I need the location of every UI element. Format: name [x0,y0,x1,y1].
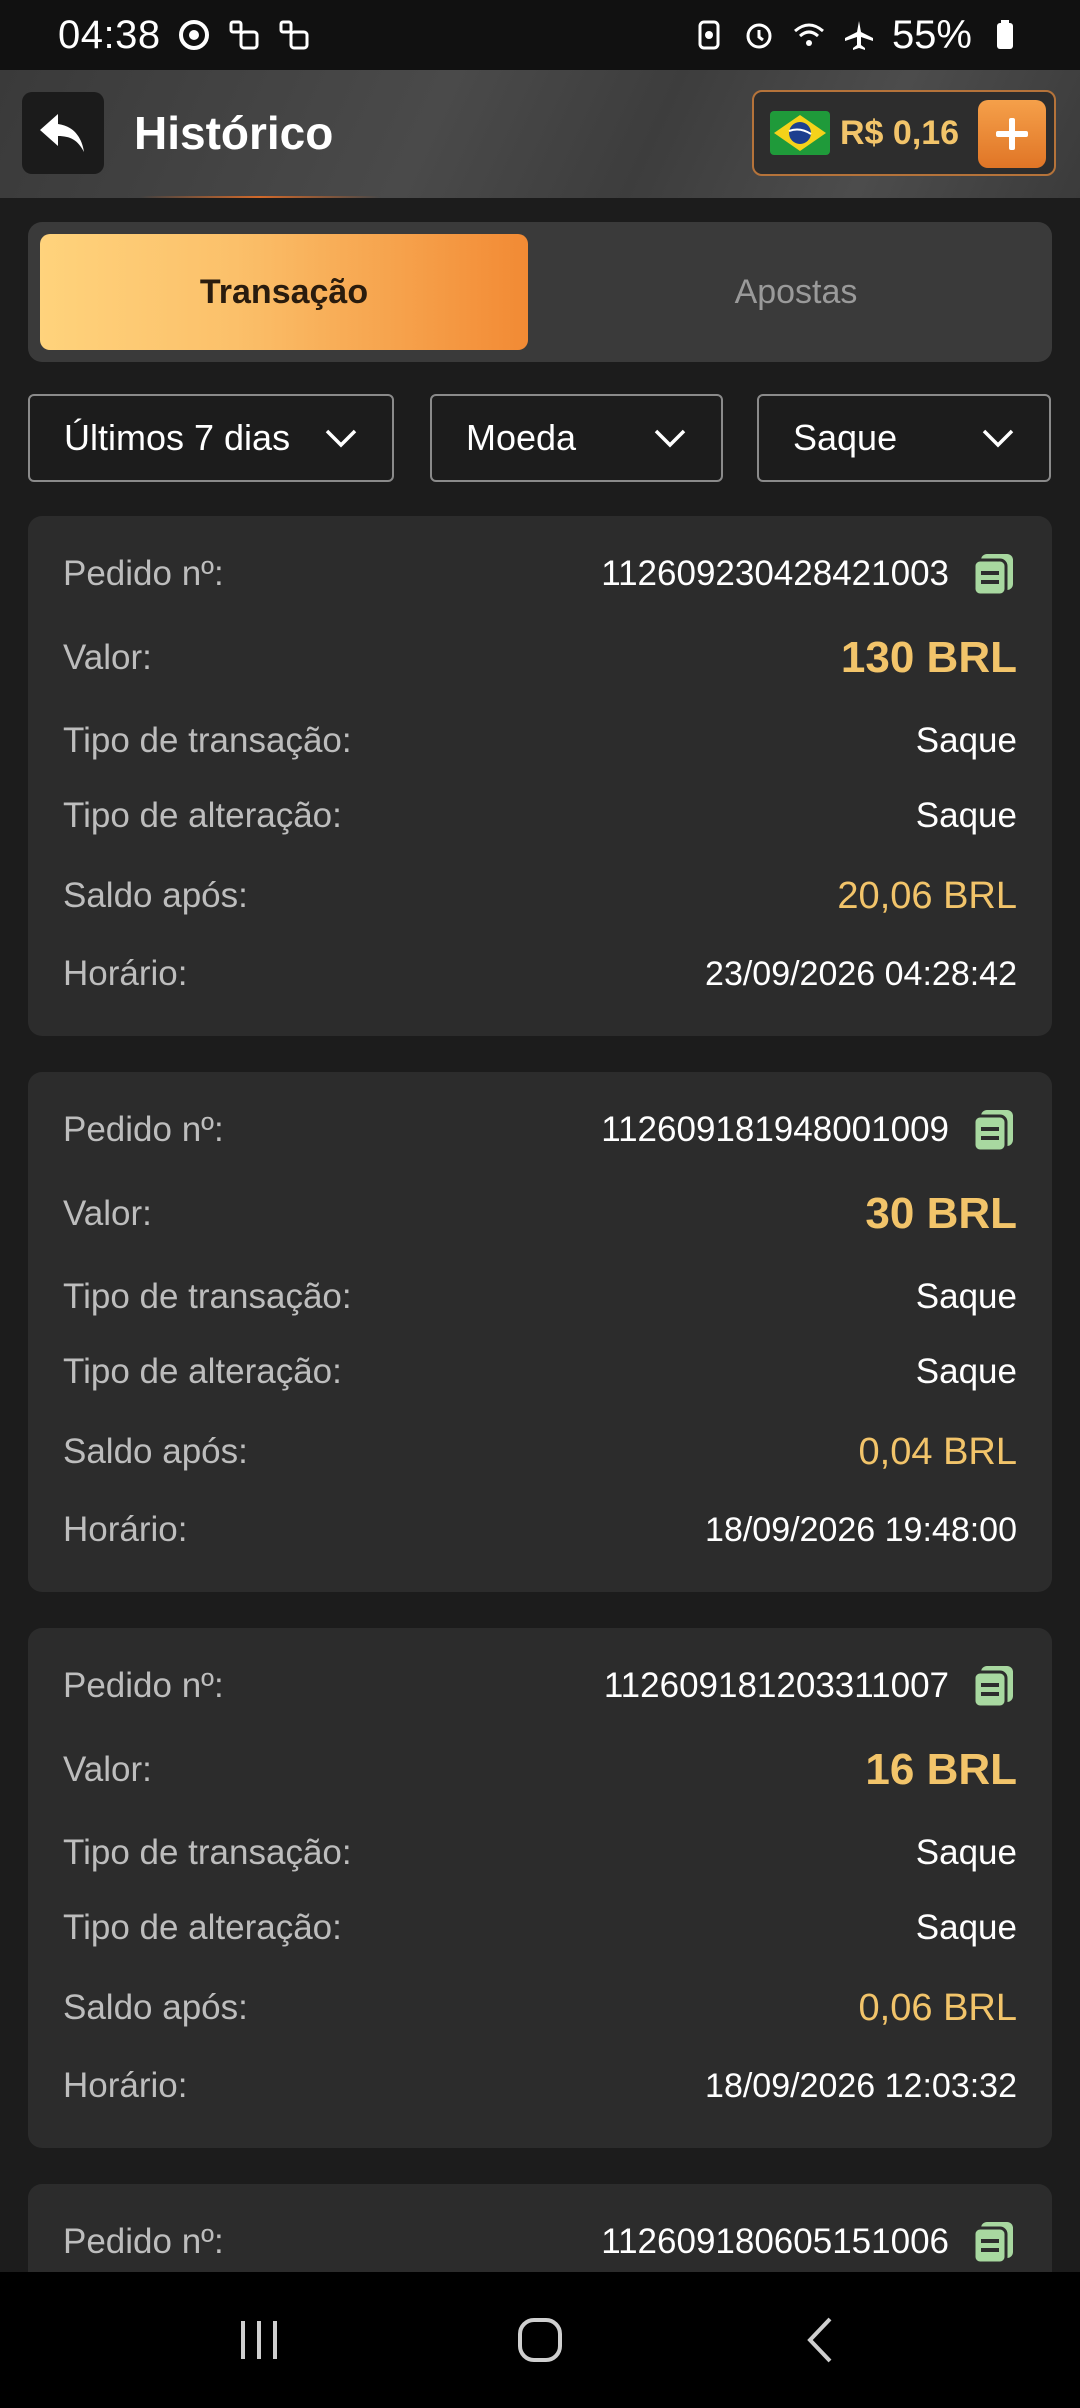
brazil-flag-icon [770,111,830,155]
order-number: 112609181203311007 [603,1666,949,1705]
status-bar: 04:38 55% [0,0,1080,70]
order-number: 112609181948001009 [601,1110,949,1149]
transaction-type-label: Tipo de transação: [63,1277,352,1316]
balance-after-label: Saldo após: [63,1432,248,1471]
type-filter-value: Saque [793,417,898,458]
back-chevron-icon [807,2317,832,2363]
recent-apps-button[interactable] [220,2300,300,2380]
chevron-down-icon [325,429,357,448]
transaction-card: Pedido nº: 112609230428421003 Valor: 130… [28,516,1052,1036]
currency-filter-value: Moeda [466,417,577,458]
currency-filter[interactable]: Moeda [430,394,723,482]
history-tabs: Transação Apostas [28,222,1052,362]
balance-widget[interactable]: R$ 0,16 [752,90,1056,176]
back-nav-button[interactable] [780,2300,860,2380]
balance-after-value: 20,06 BRL [837,874,1017,917]
balance-after-label: Saldo após: [63,1988,248,2027]
transaction-card: Pedido nº: 112609180605151006 [28,2184,1052,2272]
copy-icon[interactable] [971,1663,1017,1709]
amount-label: Valor: [63,1194,152,1233]
amount-label: Valor: [63,1750,152,1789]
transaction-type-label: Tipo de transação: [63,721,352,760]
chevron-down-icon [654,429,686,448]
battery-icon [997,20,1013,49]
period-filter-value: Últimos 7 dias [64,417,291,458]
app-header: Histórico R$ 0,16 [0,70,1080,198]
transaction-type-value: Saque [915,1833,1017,1872]
copy-icon[interactable] [971,551,1017,597]
battery-percent: 55% [891,12,972,57]
change-type-value: Saque [915,1908,1017,1947]
balance-value: R$ 0,16 [840,113,960,152]
type-filter[interactable]: Saque [757,394,1051,482]
tab-transacao[interactable]: Transação [40,234,528,350]
order-number: 112609180605151006 [601,2222,949,2261]
amount-value: 16 BRL [865,1745,1017,1794]
transaction-type-value: Saque [915,721,1017,760]
amount-label: Valor: [63,638,152,677]
chrome-icon [178,20,209,50]
balance-after-value: 0,04 BRL [858,1430,1017,1473]
recent-apps-icon [241,2321,277,2359]
page-title: Histórico [134,107,334,159]
time-label: Horário: [63,2066,188,2105]
order-number: 112609230428421003 [601,554,949,593]
wifi-icon [793,23,824,46]
alarm-icon [746,23,772,49]
period-filter[interactable]: Últimos 7 dias [28,394,394,482]
amount-value: 30 BRL [865,1189,1017,1238]
change-type-label: Tipo de alteração: [63,796,342,835]
system-nav-bar [0,2272,1080,2408]
time-label: Horário: [63,954,188,993]
change-type-label: Tipo de alteração: [63,1352,342,1391]
transaction-type-value: Saque [915,1277,1017,1316]
history-screen: 04:38 55% Histórico R$ 0,16 Transação Ap… [0,0,1080,2408]
order-label: Pedido nº: [63,1110,224,1149]
back-arrow-icon [40,114,84,152]
change-type-label: Tipo de alteração: [63,1908,342,1947]
transaction-card: Pedido nº: 112609181203311007 Valor: 16 … [28,1628,1052,2148]
tab-apostas[interactable]: Apostas [552,234,1040,350]
chevron-down-icon [982,429,1014,448]
plus-icon [996,118,1028,150]
status-time: 04:38 [58,12,161,57]
time-value: 18/09/2026 19:48:00 [705,1510,1017,1549]
time-value: 23/09/2026 04:28:42 [705,954,1017,993]
balance-after-value: 0,06 BRL [858,1986,1017,2029]
order-label: Pedido nº: [63,554,224,593]
home-icon [518,2318,562,2362]
airplane-mode-icon [844,21,873,50]
copy-icon[interactable] [971,1107,1017,1153]
notification-icon [229,20,259,50]
data-saver-icon [698,20,720,50]
transaction-card: Pedido nº: 112609181948001009 Valor: 30 … [28,1072,1052,1592]
time-label: Horário: [63,1510,188,1549]
back-button[interactable] [22,92,104,174]
deposit-button[interactable] [978,100,1046,168]
order-label: Pedido nº: [63,2222,224,2261]
copy-icon[interactable] [971,2219,1017,2265]
balance-after-label: Saldo após: [63,876,248,915]
home-button[interactable] [500,2300,580,2380]
notification-icon [279,20,309,50]
change-type-value: Saque [915,1352,1017,1391]
amount-value: 130 BRL [840,633,1017,682]
time-value: 18/09/2026 12:03:32 [705,2066,1017,2105]
transaction-type-label: Tipo de transação: [63,1833,352,1872]
change-type-value: Saque [915,796,1017,835]
order-label: Pedido nº: [63,1666,224,1705]
